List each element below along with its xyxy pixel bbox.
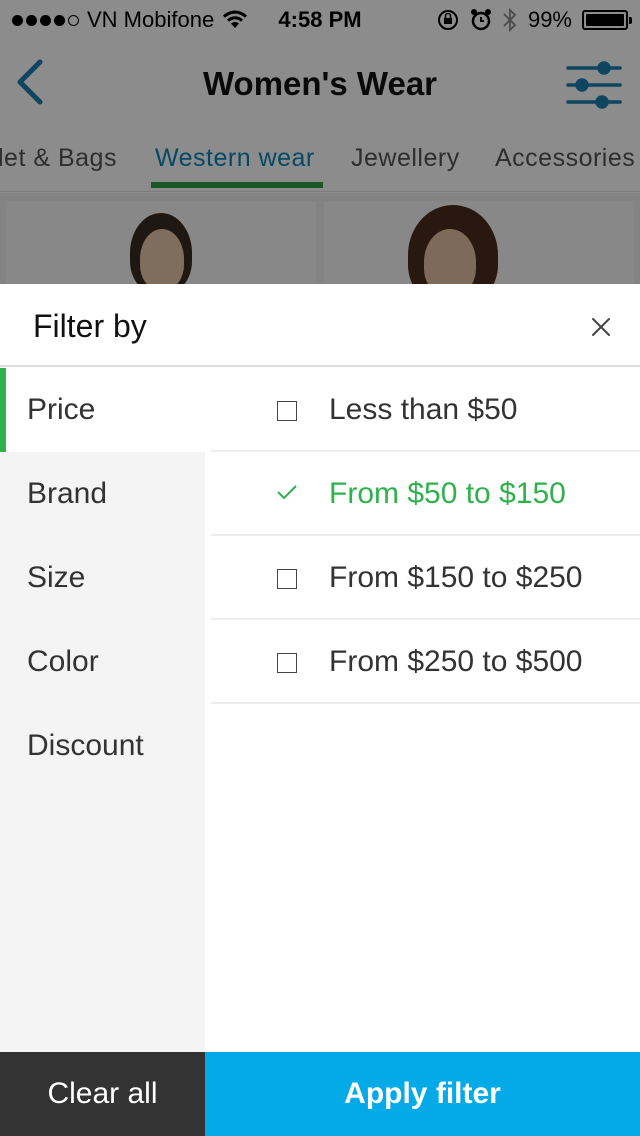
checkmark-icon[interactable] [275,480,299,504]
filter-title: Filter by [33,308,147,344]
clear-all-button[interactable]: Clear all [0,1052,205,1136]
checkbox-icon[interactable] [277,401,297,421]
filter-category-brand[interactable]: Brand [0,452,205,536]
filter-category-price[interactable]: Price [0,368,205,452]
price-option[interactable]: From $150 to $250 [211,536,640,620]
price-option-label: From $250 to $500 [329,645,583,678]
filter-category-list: Price Brand Size Color Discount [0,368,205,1052]
price-option-label: From $50 to $150 [329,477,566,510]
filter-category-label: Discount [27,729,144,762]
filter-category-size[interactable]: Size [0,536,205,620]
active-category-indicator [0,368,6,452]
price-option[interactable]: Less than $50 [211,368,640,452]
checkbox-icon[interactable] [277,569,297,589]
filter-sheet: Filter by Price Brand Size Color Discoun… [0,284,640,1136]
filter-category-label: Color [27,645,99,678]
close-icon[interactable] [588,314,614,340]
filter-category-color[interactable]: Color [0,620,205,704]
dim-overlay[interactable] [0,0,640,284]
price-option-label: From $150 to $250 [329,561,583,594]
filter-footer: Clear all Apply filter [0,1052,640,1136]
checkbox-icon[interactable] [277,653,297,673]
filter-header: Filter by [0,284,640,367]
price-option[interactable]: From $250 to $500 [211,620,640,704]
price-option[interactable]: From $50 to $150 [211,452,640,536]
filter-category-discount[interactable]: Discount [0,704,205,788]
filter-category-label: Size [27,561,86,594]
filter-category-label: Brand [27,477,108,510]
price-option-label: Less than $50 [329,393,518,426]
apply-filter-button[interactable]: Apply filter [205,1052,640,1136]
filter-category-label: Price [27,393,96,426]
